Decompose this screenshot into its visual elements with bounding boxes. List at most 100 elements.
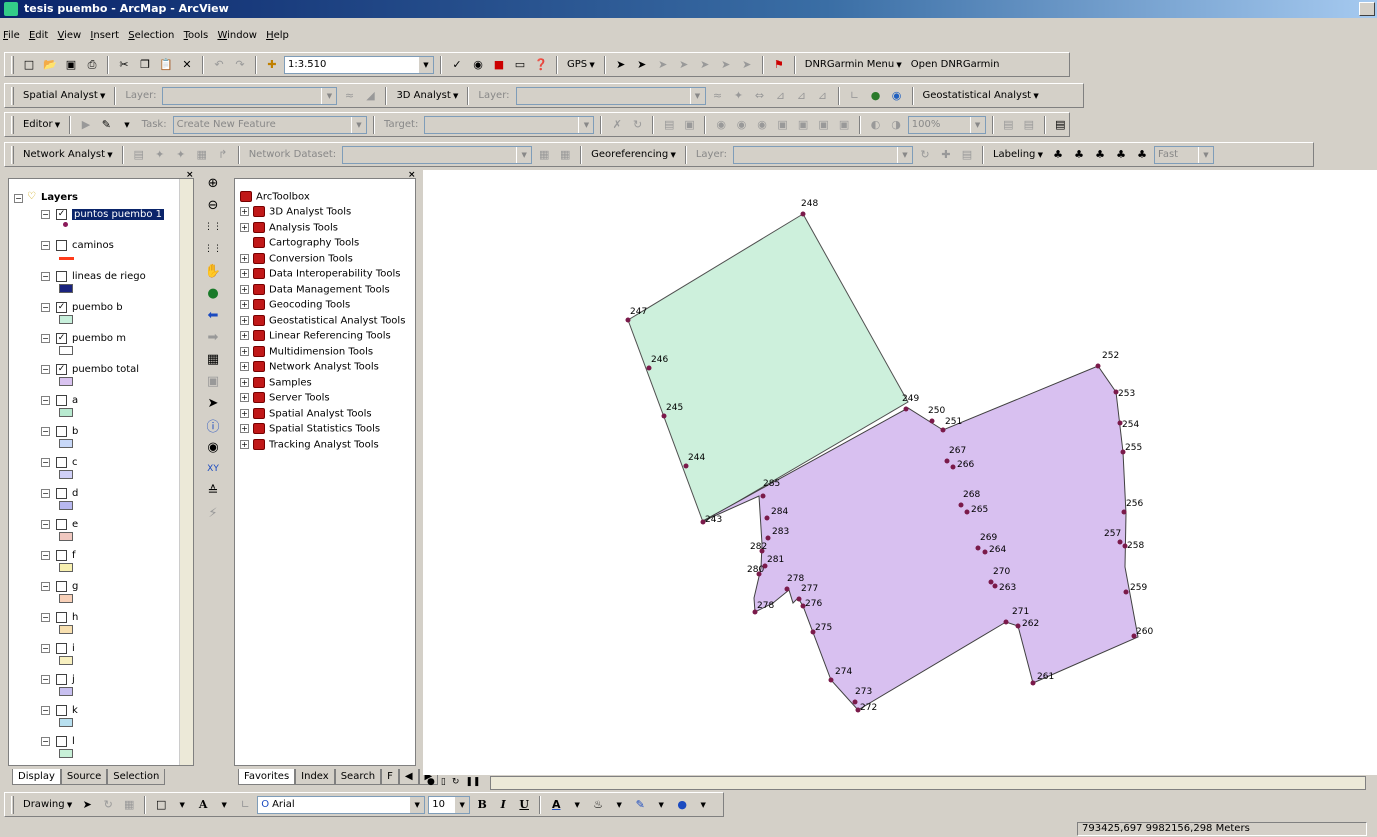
survey-point[interactable] [1117,539,1123,545]
layer-visibility-checkbox[interactable] [56,457,67,468]
gps-tool-icon[interactable]: ➤ [612,56,630,74]
layer-visibility-checkbox[interactable]: ✓ [56,302,67,313]
delete-icon[interactable]: ✕ [178,56,196,74]
transparency-icon[interactable]: ◑ [887,116,904,134]
pan-hand-icon[interactable]: ✋ [202,260,224,282]
chevron-down-icon[interactable]: ▼ [173,796,191,814]
text-tool-icon[interactable]: A [194,796,212,814]
toc-layer-row[interactable]: − d [9,486,179,516]
label-quality-combo[interactable]: Fast ▼ [1154,145,1214,164]
chevron-down-icon[interactable]: ▼ [351,116,366,133]
attributes-icon[interactable]: ▤ [660,116,677,134]
chevron-down-icon[interactable]: ▼ [652,796,670,814]
survey-point[interactable] [852,699,858,705]
underline-icon[interactable]: U [515,796,533,814]
collapse-icon[interactable]: − [41,551,50,560]
survey-point[interactable] [764,515,770,521]
toolbox-item[interactable]: + Data Interoperability Tools [235,268,401,283]
chevron-down-icon[interactable]: ▼ [694,796,712,814]
toolbox-item[interactable]: + Server Tools [235,392,330,407]
chevron-down-icon[interactable]: ▼ [578,116,594,133]
zoom-combo[interactable]: 100% ▼ [907,115,986,134]
toc-layer-row[interactable]: − h [9,610,179,640]
collapse-icon[interactable]: − [41,303,50,312]
georef-tool-icon[interactable]: ◉ [712,116,729,134]
collapse-icon[interactable]: − [14,194,23,203]
arcglobe-icon[interactable]: ◉ [888,87,906,105]
toolbox-root[interactable]: ArcToolbox [235,191,310,206]
chevron-down-icon[interactable]: ▼ [118,116,135,134]
add-control-point-icon[interactable]: ✚ [937,146,955,164]
display-icon[interactable]: ▤ [1020,116,1037,134]
toolbox-item[interactable]: + Spatial Analyst Tools [235,407,372,423]
measure-icon[interactable]: ≙ [202,480,224,502]
toc-layer-row[interactable]: − k [9,703,179,733]
expand-icon[interactable]: + [240,346,249,356]
layout-view-icon[interactable]: ▯ [441,777,446,787]
survey-point[interactable] [1003,619,1009,625]
survey-point[interactable] [975,545,981,551]
chevron-down-icon[interactable]: ▼ [418,56,433,73]
histogram-icon[interactable]: ◢ [361,87,379,105]
flag-icon[interactable]: ⚑ [770,56,788,74]
survey-point[interactable] [982,549,988,555]
command-line-icon[interactable]: ▭ [511,56,529,74]
expand-icon[interactable]: + [240,269,249,278]
forward-arrow-icon[interactable]: ➡ [202,326,224,348]
collapse-icon[interactable]: − [41,706,50,715]
select-features-icon[interactable]: ▦ [202,348,224,370]
gps-tool-icon[interactable]: ➤ [738,56,756,74]
profile-icon[interactable]: ⊿ [793,87,811,105]
map-scale-combo[interactable]: 1:3.510 ▼ [284,55,434,74]
survey-point[interactable] [796,596,802,602]
toc-layer-row[interactable]: − lineas de riego [9,269,179,299]
tab-search[interactable]: Search [334,769,382,785]
print-icon[interactable]: ⎙ [83,56,101,74]
select-elements-icon[interactable]: ➤ [202,392,224,414]
refresh-icon[interactable]: ↻ [452,777,460,787]
collapse-icon[interactable]: − [41,396,50,405]
toolbox-item[interactable]: + Network Analyst Tools [235,361,379,376]
tab-f[interactable]: F [381,769,399,785]
chevron-down-icon[interactable]: ▼ [1198,146,1213,163]
lock-labels-icon[interactable]: ♣ [1112,146,1130,164]
survey-point[interactable] [944,458,950,464]
task-combo[interactable]: Create New Feature ▼ [172,115,367,134]
chevron-down-icon[interactable]: ▼ [969,116,985,133]
contour-icon[interactable]: ≈ [340,87,358,105]
survey-point[interactable] [958,502,964,508]
tab-display[interactable]: Display [12,769,61,785]
toolbox-item[interactable]: Cartography Tools [235,237,359,252]
layer-visibility-checkbox[interactable] [56,271,67,282]
label-priority-icon[interactable]: ♣ [1070,146,1088,164]
survey-point[interactable] [940,427,946,433]
font-combo[interactable]: O Arial ▼ [257,795,426,814]
label-weight-icon[interactable]: ♣ [1091,146,1109,164]
chevron-down-icon[interactable]: ▼ [516,146,532,163]
toolbox-item[interactable]: + Analysis Tools [235,221,338,237]
layer-visibility-checkbox[interactable] [56,581,67,592]
collapse-icon[interactable]: − [41,582,50,591]
tab-source[interactable]: Source [60,769,108,785]
toolbox-item[interactable]: +3D Analyst Tools [235,206,351,221]
redo-icon[interactable]: ↷ [231,56,249,74]
tab-index[interactable]: Index [295,769,335,785]
gps-tool-icon[interactable]: ➤ [633,56,651,74]
hyperlink-lightning-icon[interactable]: ⚡ [202,502,224,524]
font-size-combo[interactable]: 10 ▼ [428,795,471,814]
layer-visibility-checkbox[interactable] [56,643,67,654]
layer-visibility-checkbox[interactable]: ✓ [56,364,67,375]
toc-layer-row[interactable]: − ✓ puntos puembo 1 [9,207,179,237]
fixed-zoom-in-icon[interactable]: ⋮⋮ [202,216,224,238]
split-icon[interactable]: ✗ [608,116,625,134]
layer-visibility-checkbox[interactable] [56,674,67,685]
arctoolbox-icon[interactable]: ■ [490,56,508,74]
tab-scroll-left-icon[interactable]: ◀ [398,769,419,785]
toolbox-item[interactable]: + Multidimension Tools [235,345,373,361]
georef-tool-icon[interactable]: ▣ [835,116,852,134]
menu-view[interactable]: View [55,28,85,43]
layer-visibility-checkbox[interactable] [56,240,67,251]
toolbox-item[interactable]: + Data Management Tools [235,283,390,299]
drawing-menu[interactable]: Drawing [20,799,75,810]
link-table-icon[interactable]: ▤ [958,146,976,164]
